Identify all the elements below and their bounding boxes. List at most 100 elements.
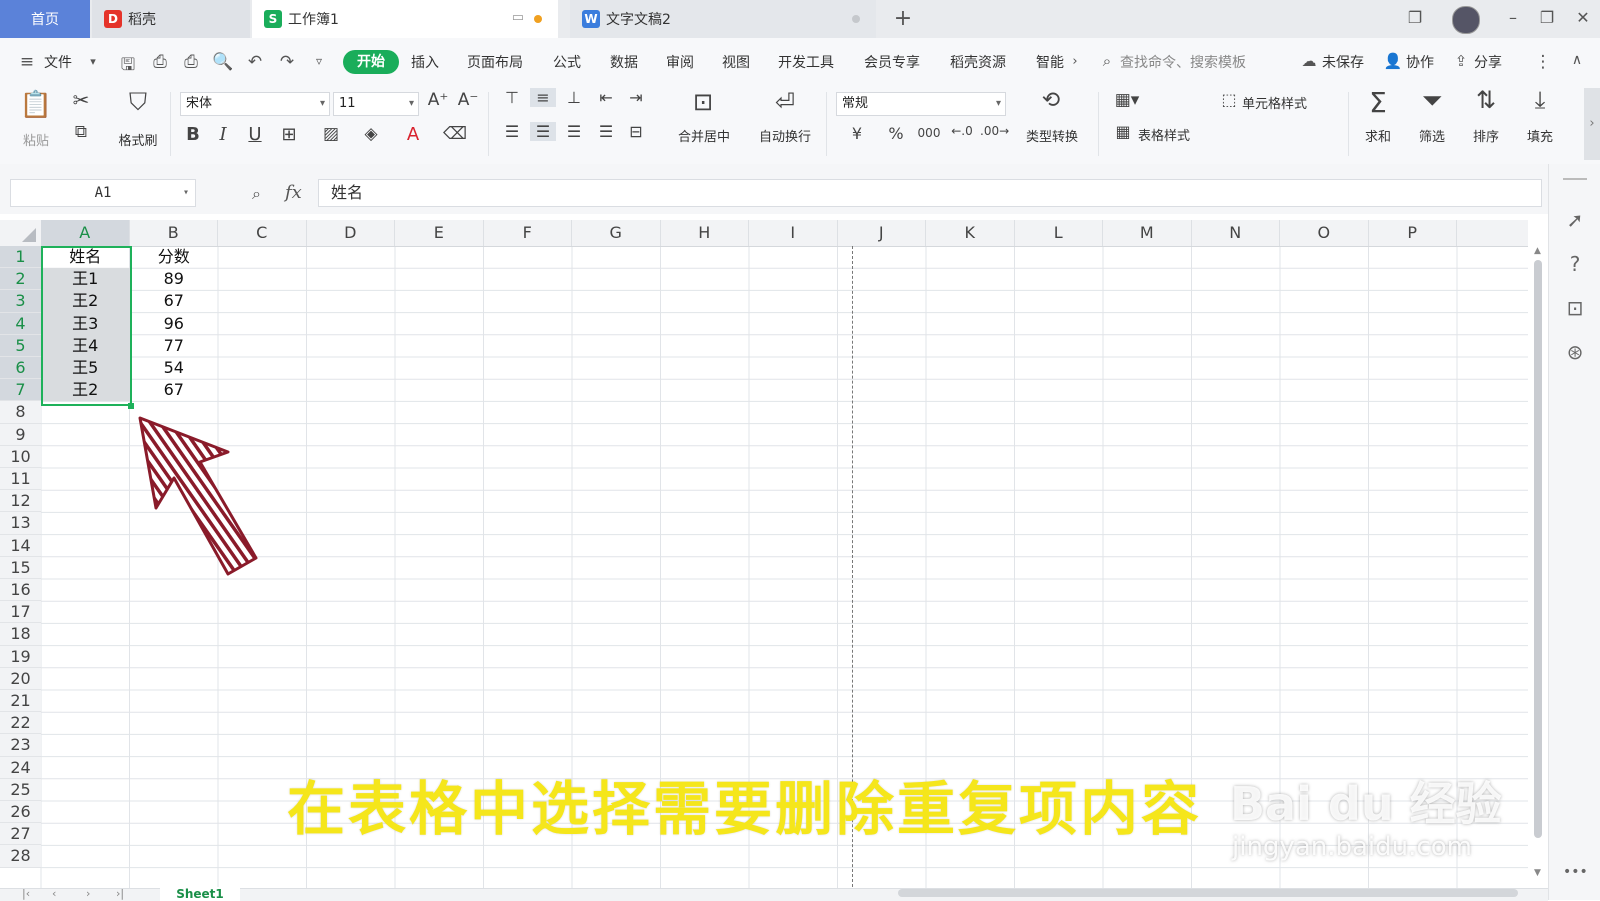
image-tool-icon[interactable]: ⊡ xyxy=(1563,296,1587,320)
align-center-icon[interactable]: ☰ xyxy=(530,122,556,141)
sheet-tab-sheet1[interactable]: Sheet1 xyxy=(160,887,240,901)
share-button[interactable]: 分享 xyxy=(1474,52,1502,72)
column-header-h[interactable]: H xyxy=(661,220,749,246)
cell-style-icon[interactable]: ⬚ xyxy=(1218,90,1240,109)
row-header-13[interactable]: 13 xyxy=(0,512,41,535)
customize-chevron-icon[interactable]: ▿ xyxy=(308,54,330,68)
eraser-icon[interactable]: ⌫ xyxy=(442,124,468,144)
column-header-g[interactable]: G xyxy=(572,220,661,246)
thousands-separator-icon[interactable]: 000 xyxy=(914,126,944,140)
tab-close-dot-icon[interactable] xyxy=(852,15,860,23)
menu-insert[interactable]: 插入 xyxy=(411,52,439,72)
name-box[interactable]: A1 ▾ xyxy=(10,179,196,207)
menu-view[interactable]: 视图 xyxy=(722,52,750,72)
row-header-14[interactable]: 14 xyxy=(0,534,41,557)
distribute-icon[interactable]: ⊟ xyxy=(624,122,648,141)
menu-smart[interactable]: 智能 xyxy=(1036,52,1064,72)
column-header-c[interactable]: C xyxy=(218,220,307,246)
column-header-f[interactable]: F xyxy=(484,220,572,246)
print-preview-icon[interactable]: 🔍 xyxy=(212,52,234,72)
avatar[interactable] xyxy=(1452,6,1480,34)
row-header-19[interactable]: 19 xyxy=(0,645,41,668)
merge-center-button[interactable]: 合并居中 xyxy=(664,126,744,145)
formula-input[interactable]: 姓名 xyxy=(318,179,1542,207)
align-right-icon[interactable]: ☰ xyxy=(562,122,586,141)
sheet-prev-icon[interactable]: ‹ xyxy=(52,887,56,900)
window-count-icon[interactable]: ❐ xyxy=(1404,8,1426,27)
sum-button[interactable]: 求和 xyxy=(1356,126,1400,145)
row-header-1[interactable]: 1 xyxy=(0,246,41,269)
menu-member[interactable]: 会员专享 xyxy=(864,52,920,72)
font-grow-icon[interactable]: A⁺ xyxy=(426,90,450,110)
row-header-11[interactable]: 11 xyxy=(0,468,41,491)
row-header-17[interactable]: 17 xyxy=(0,601,41,624)
column-header-n[interactable]: N xyxy=(1192,220,1280,246)
cell-a6[interactable]: 王5 xyxy=(41,357,130,380)
wrap-text-icon[interactable]: ⏎ xyxy=(768,88,802,116)
column-header-e[interactable]: E xyxy=(395,220,484,246)
location-icon[interactable]: ⊛ xyxy=(1563,340,1587,364)
cell-a4[interactable]: 王3 xyxy=(41,312,130,335)
row-header-21[interactable]: 21 xyxy=(0,690,41,713)
column-header-m[interactable]: M xyxy=(1103,220,1192,246)
fill-down-icon[interactable]: ⤓ xyxy=(1522,86,1558,114)
increase-decimal-icon[interactable]: ←.0 xyxy=(948,124,976,138)
menu-data[interactable]: 数据 xyxy=(610,52,638,72)
scroll-down-icon[interactable]: ▼ xyxy=(1534,868,1541,878)
row-header-18[interactable]: 18 xyxy=(0,623,41,646)
row-header-26[interactable]: 26 xyxy=(0,801,41,824)
align-left-icon[interactable]: ☰ xyxy=(500,122,524,141)
sum-icon[interactable]: Σ xyxy=(1360,86,1396,119)
row-header-28[interactable]: 28 xyxy=(0,845,41,868)
print-icon[interactable]: ⎙ xyxy=(180,52,202,72)
cell-a5[interactable]: 王4 xyxy=(41,334,130,357)
row-header-8[interactable]: 8 xyxy=(0,401,41,424)
zoom-icon[interactable]: ⌕ xyxy=(252,184,261,204)
column-header-p[interactable]: P xyxy=(1369,220,1457,246)
copy-icon[interactable]: ⧉ xyxy=(68,122,94,142)
italic-icon[interactable]: I xyxy=(212,124,234,145)
save-icon[interactable]: 🖫 xyxy=(117,52,139,81)
bold-icon[interactable]: B xyxy=(182,124,204,145)
row-header-16[interactable]: 16 xyxy=(0,579,41,602)
fill-pattern-icon[interactable]: ▨ xyxy=(318,124,344,144)
horizontal-scrollbar[interactable] xyxy=(898,889,1518,897)
row-header-3[interactable]: 3 xyxy=(0,290,41,313)
sheet-next-icon[interactable]: › xyxy=(86,887,90,900)
align-top-icon[interactable]: ⊤ xyxy=(500,88,524,107)
cell-b3[interactable]: 67 xyxy=(130,290,219,312)
sort-button[interactable]: 排序 xyxy=(1464,126,1508,145)
fill-button[interactable]: 填充 xyxy=(1518,126,1562,145)
cut-icon[interactable]: ✂ xyxy=(68,88,94,112)
column-header-b[interactable]: B xyxy=(130,220,218,246)
column-header-d[interactable]: D xyxy=(307,220,395,246)
help-icon[interactable]: ? xyxy=(1563,252,1587,276)
row-header-25[interactable]: 25 xyxy=(0,778,41,801)
percent-icon[interactable]: % xyxy=(884,124,908,143)
row-header-22[interactable]: 22 xyxy=(0,712,41,735)
font-name-select[interactable]: 宋体 ▾ xyxy=(180,92,330,116)
menu-formula[interactable]: 公式 xyxy=(553,52,581,72)
column-header-j[interactable]: J xyxy=(838,220,926,246)
tab-home[interactable]: 首页 xyxy=(0,0,90,38)
conditional-format-icon[interactable]: ▦▾ xyxy=(1112,90,1142,110)
fill-color-icon[interactable]: ◈ xyxy=(358,124,384,144)
add-tab-button[interactable]: + xyxy=(890,6,916,31)
collab-button[interactable]: 协作 xyxy=(1406,52,1434,72)
menu-start[interactable]: 开始 xyxy=(343,50,399,74)
format-painter-icon[interactable]: ⛉ xyxy=(120,88,156,116)
row-header-20[interactable]: 20 xyxy=(0,667,41,690)
align-middle-icon[interactable]: ≡ xyxy=(530,88,556,107)
search-icon[interactable]: ⌕ xyxy=(1096,52,1118,70)
cell-a2[interactable]: 王1 xyxy=(41,268,130,291)
font-size-select[interactable]: 11 ▾ xyxy=(333,92,419,116)
font-shrink-icon[interactable]: A⁻ xyxy=(456,90,480,110)
row-header-12[interactable]: 12 xyxy=(0,490,41,513)
select-all-corner[interactable] xyxy=(0,220,41,246)
row-header-15[interactable]: 15 xyxy=(0,556,41,579)
tab-document[interactable]: W 文字文稿2 xyxy=(570,0,876,38)
cell-b2[interactable]: 89 xyxy=(130,268,219,290)
row-header-5[interactable]: 5 xyxy=(0,334,41,357)
share-icon[interactable]: ⇪ xyxy=(1450,52,1472,70)
justify-icon[interactable]: ☰ xyxy=(594,122,618,141)
